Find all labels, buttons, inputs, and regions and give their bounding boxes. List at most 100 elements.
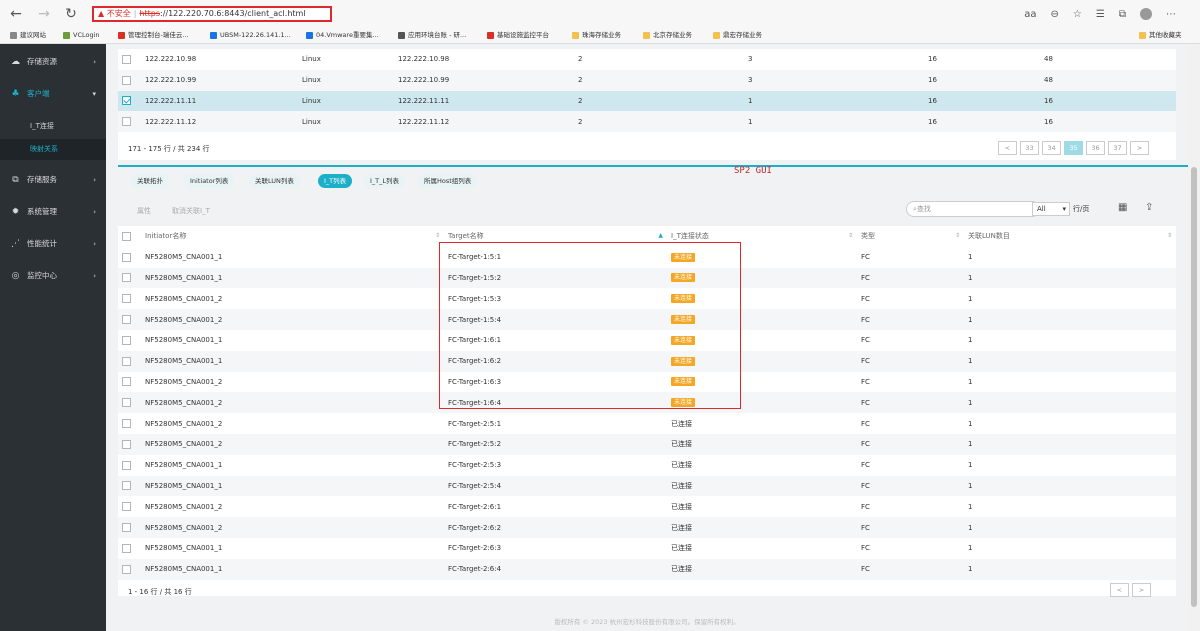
row-checkbox[interactable] bbox=[118, 247, 141, 268]
bookmark-item[interactable]: 北京存储业务 bbox=[643, 28, 692, 43]
checkbox[interactable] bbox=[122, 439, 131, 449]
row-checkbox[interactable] bbox=[118, 433, 141, 455]
row-checkbox[interactable] bbox=[118, 517, 141, 538]
tab-item[interactable]: 关联拓扑 bbox=[131, 174, 169, 188]
checkbox[interactable] bbox=[122, 252, 131, 262]
bookmark-item[interactable]: 鼎宏存储业务 bbox=[713, 28, 762, 43]
sidebar-item-monitor[interactable]: ◎ 监控中心 › bbox=[0, 263, 106, 289]
checkbox[interactable] bbox=[122, 315, 131, 325]
page-button[interactable]: 37 bbox=[1108, 141, 1127, 155]
table-row[interactable]: 122.222.10.98 Linux 122.222.10.98 2 3 16 48 bbox=[118, 49, 1176, 70]
checkbox[interactable] bbox=[122, 398, 131, 408]
bookmark-item[interactable]: 04.Vmware重要集... bbox=[306, 28, 379, 43]
table-row[interactable]: NF5280M5_CNA001_2 FC-Target-2:6:1 已连接 FC 1 bbox=[118, 496, 1176, 517]
sidebar-sub-it-connect[interactable]: I_T连接 bbox=[0, 116, 106, 137]
row-checkbox[interactable] bbox=[118, 69, 141, 91]
row-checkbox[interactable] bbox=[118, 372, 141, 393]
export-icon[interactable]: ⇪ bbox=[1145, 202, 1153, 213]
page-button[interactable]: 33 bbox=[1020, 141, 1039, 155]
checkbox[interactable] bbox=[122, 419, 131, 429]
table-row[interactable]: 122.222.11.12 Linux 122.222.11.12 2 1 16 16 bbox=[118, 111, 1176, 133]
table-row[interactable]: NF5280M5_CNA001_2 FC-Target-2:6:2 已连接 FC 1 bbox=[118, 517, 1176, 538]
col-status[interactable]: I_T连接状态 ⇕ bbox=[667, 226, 857, 247]
table-row[interactable]: NF5280M5_CNA001_1 FC-Target-1:6:1 未连接 FC 1 bbox=[118, 330, 1176, 351]
table-row[interactable]: NF5280M5_CNA001_2 FC-Target-2:5:1 已连接 FC 1 bbox=[118, 413, 1176, 434]
page-scrollbar[interactable] bbox=[1188, 44, 1200, 631]
col-initiator[interactable]: Initiator名称 ⇕ bbox=[141, 226, 444, 247]
favorites-icon[interactable]: ☰ bbox=[1096, 9, 1105, 20]
table-row[interactable]: NF5280M5_CNA001_1 FC-Target-2:5:4 已连接 FC 1 bbox=[118, 475, 1176, 497]
checkbox[interactable] bbox=[122, 377, 131, 387]
table-row[interactable]: 122.222.11.11 Linux 122.222.11.11 2 1 16 16 bbox=[118, 90, 1176, 112]
page-button[interactable]: 35 bbox=[1064, 141, 1083, 155]
bookmark-item[interactable]: 珠海存储业务 bbox=[572, 28, 621, 43]
favorite-add-icon[interactable]: ☆ bbox=[1073, 9, 1082, 20]
checkbox[interactable] bbox=[122, 96, 131, 106]
select-all-checkbox[interactable] bbox=[118, 226, 141, 247]
table-row[interactable]: NF5280M5_CNA001_1 FC-Target-1:5:2 未连接 FC 1 bbox=[118, 267, 1176, 289]
checkbox[interactable] bbox=[122, 273, 131, 283]
table-row[interactable]: 122.222.10.99 Linux 122.222.10.99 2 3 16 48 bbox=[118, 69, 1176, 91]
table-row[interactable]: NF5280M5_CNA001_1 FC-Target-2:6:3 已连接 FC 1 bbox=[118, 538, 1176, 559]
page-button[interactable]: < bbox=[1110, 583, 1129, 597]
column-settings-icon[interactable]: ▦ bbox=[1118, 202, 1127, 213]
forward-icon[interactable]: → bbox=[36, 6, 52, 22]
col-lun-count[interactable]: 关联LUN数目 ⇕ bbox=[964, 226, 1176, 247]
page-button[interactable]: < bbox=[998, 141, 1017, 155]
row-checkbox[interactable] bbox=[118, 475, 141, 497]
row-checkbox[interactable] bbox=[118, 309, 141, 330]
row-checkbox[interactable] bbox=[118, 49, 141, 70]
tab-item[interactable]: Initiator列表 bbox=[184, 174, 235, 188]
table-row[interactable]: NF5280M5_CNA001_1 FC-Target-1:6:2 未连接 FC 1 bbox=[118, 350, 1176, 372]
attr-button[interactable]: 属性 bbox=[137, 206, 151, 216]
row-checkbox[interactable] bbox=[118, 350, 141, 372]
bookmark-item[interactable]: VCLogin bbox=[63, 28, 100, 43]
checkbox[interactable] bbox=[122, 54, 131, 64]
zoom-icon[interactable]: ⊖ bbox=[1051, 9, 1059, 20]
tab-item[interactable]: I_T_L列表 bbox=[364, 174, 406, 188]
menu-icon[interactable]: ⋯ bbox=[1166, 9, 1176, 20]
col-target[interactable]: Target名称 ▲ bbox=[444, 226, 667, 247]
table-row[interactable]: NF5280M5_CNA001_2 FC-Target-1:5:4 未连接 FC 1 bbox=[118, 309, 1176, 330]
sidebar-item-client[interactable]: ♣ 客户端 ▾ bbox=[0, 81, 106, 107]
table-row[interactable]: NF5280M5_CNA001_2 FC-Target-1:6:3 未连接 FC 1 bbox=[118, 372, 1176, 393]
checkbox[interactable] bbox=[122, 356, 131, 366]
row-checkbox[interactable] bbox=[118, 330, 141, 351]
search-input[interactable]: ⌕查找 bbox=[906, 201, 1040, 217]
page-button[interactable]: > bbox=[1132, 583, 1151, 597]
bookmark-item[interactable]: 应用环境台账 - 研... bbox=[398, 28, 466, 43]
bookmark-item[interactable]: UBSM-122.26.141.1... bbox=[210, 28, 291, 43]
back-icon[interactable]: ← bbox=[8, 6, 24, 22]
table-row[interactable]: NF5280M5_CNA001_1 FC-Target-1:5:1 未连接 FC 1 bbox=[118, 247, 1176, 268]
row-checkbox[interactable] bbox=[118, 392, 141, 414]
bookmark-item[interactable]: 管理控制台-瑞佳云... bbox=[118, 28, 189, 43]
table-row[interactable]: NF5280M5_CNA001_2 FC-Target-1:6:4 未连接 FC 1 bbox=[118, 392, 1176, 414]
row-checkbox[interactable] bbox=[118, 558, 141, 580]
profile-icon[interactable] bbox=[1140, 8, 1152, 20]
scrollbar-thumb[interactable] bbox=[1191, 167, 1197, 607]
collections-icon[interactable]: ⧉ bbox=[1119, 9, 1126, 20]
checkbox[interactable] bbox=[122, 543, 131, 553]
sidebar-item-service[interactable]: ⧉ 存储服务 › bbox=[0, 167, 106, 193]
page-button[interactable]: > bbox=[1130, 141, 1149, 155]
page-button[interactable]: 34 bbox=[1042, 141, 1061, 155]
checkbox[interactable] bbox=[122, 523, 131, 533]
page-size-select[interactable]: All ▾ bbox=[1032, 202, 1070, 216]
table-row[interactable]: NF5280M5_CNA001_2 FC-Target-1:5:3 未连接 FC 1 bbox=[118, 288, 1176, 309]
tab-item[interactable]: 关联LUN列表 bbox=[249, 174, 300, 188]
table-row[interactable]: NF5280M5_CNA001_1 FC-Target-2:5:3 已连接 FC 1 bbox=[118, 455, 1176, 476]
checkbox[interactable] bbox=[122, 294, 131, 304]
tab-item[interactable]: I_T列表 bbox=[318, 174, 353, 188]
page-button[interactable]: 36 bbox=[1086, 141, 1105, 155]
row-checkbox[interactable] bbox=[118, 413, 141, 434]
checkbox[interactable] bbox=[122, 564, 131, 574]
row-checkbox[interactable] bbox=[118, 455, 141, 476]
table-row[interactable]: NF5280M5_CNA001_1 FC-Target-2:6:4 已连接 FC 1 bbox=[118, 558, 1176, 580]
sidebar-item-stats[interactable]: ⋰ 性能统计 › bbox=[0, 231, 106, 257]
checkbox[interactable] bbox=[122, 75, 131, 85]
sidebar-sub-mapping[interactable]: 映射关系 bbox=[0, 139, 106, 160]
checkbox[interactable] bbox=[122, 460, 131, 470]
table-row[interactable]: NF5280M5_CNA001_2 FC-Target-2:5:2 已连接 FC 1 bbox=[118, 433, 1176, 455]
cancel-link-button[interactable]: 取消关联I_T bbox=[172, 206, 210, 216]
checkbox[interactable] bbox=[122, 117, 131, 127]
